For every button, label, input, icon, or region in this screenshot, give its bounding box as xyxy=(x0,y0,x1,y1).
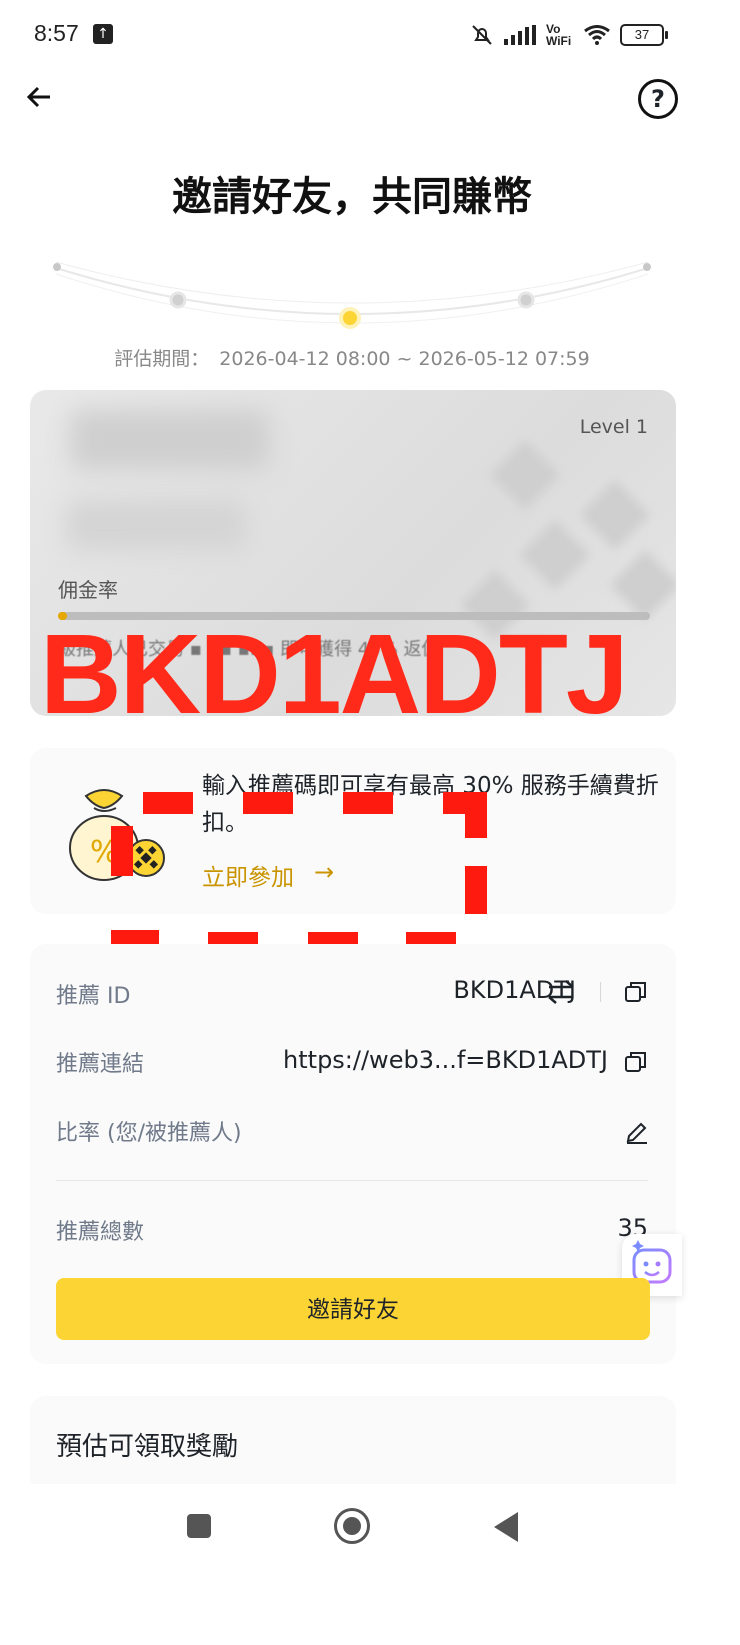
total-referrals-label: 推薦總數 xyxy=(56,1220,145,1245)
period-label: 評估期間： xyxy=(114,348,210,370)
battery-icon: 37 xyxy=(620,24,668,46)
edit-icon[interactable] xyxy=(624,1118,650,1144)
commission-rate-label: 佣金率 xyxy=(58,578,118,602)
signal-icon xyxy=(504,25,536,45)
join-now-link[interactable]: 立即參加 xyxy=(202,858,294,892)
status-time: 8:57 xyxy=(34,20,79,46)
copy-icon[interactable] xyxy=(624,980,648,1004)
referral-link-value: https://web3...f=BKD1ADTJ xyxy=(283,1046,608,1074)
copy-link-icon[interactable] xyxy=(624,1050,648,1074)
divider-vertical xyxy=(600,982,601,1002)
ratio-label: 比率 (您/被推薦人) xyxy=(56,1121,242,1146)
level-badge: Level 1 xyxy=(579,416,648,438)
vowifi-label: Vo WiFi xyxy=(546,22,572,48)
evaluation-period: 評估期間： 2026-04-12 08:00 ~ 2026-05-12 07:59 xyxy=(0,344,704,371)
invite-friends-button[interactable]: 邀請好友 xyxy=(56,1278,650,1340)
status-icons: Vo WiFi 37 xyxy=(470,20,668,50)
mute-bell-icon xyxy=(472,25,492,45)
swap-icon[interactable] xyxy=(546,978,576,1006)
period-value: 2026-04-12 08:00 ~ 2026-05-12 07:59 xyxy=(219,348,590,370)
nav-back-button[interactable] xyxy=(494,1512,518,1542)
referral-id-label: 推薦 ID xyxy=(56,984,131,1009)
arrow-right-icon[interactable]: → xyxy=(314,858,334,886)
divider xyxy=(56,1180,648,1181)
estimated-rewards-title: 預估可領取獎勵 xyxy=(56,1432,239,1462)
system-nav-bar xyxy=(0,1484,740,1645)
page-title: 邀請好友，共同賺幣 xyxy=(172,174,532,220)
home-button-dot xyxy=(343,1517,361,1535)
upload-icon: ↑ xyxy=(93,24,113,44)
referral-link-label: 推薦連結 xyxy=(56,1052,145,1077)
level-arc-decoration xyxy=(53,261,651,329)
wifi-icon xyxy=(584,25,610,45)
overlay-referral-code: BKD1ADTJ xyxy=(40,611,629,737)
help-icon[interactable]: ? xyxy=(638,79,678,119)
back-arrow-icon[interactable] xyxy=(24,80,64,120)
battery-level: 37 xyxy=(634,27,650,42)
recents-button[interactable] xyxy=(187,1514,211,1538)
